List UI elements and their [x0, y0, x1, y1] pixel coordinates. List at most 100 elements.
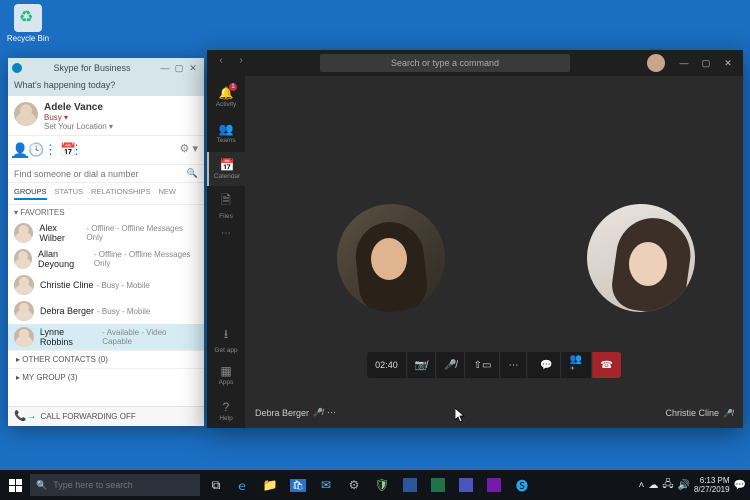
more-actions-button[interactable]: ⋯	[500, 352, 527, 378]
contact-row[interactable]: Alex Wilber - Offline - Offline Messages…	[8, 220, 204, 246]
toggle-video-button[interactable]: 📷̸	[407, 352, 436, 378]
taskbar-app-teams[interactable]	[452, 470, 480, 500]
action-center-icon[interactable]: 💬	[734, 480, 746, 491]
taskbar-app-edge[interactable]: ｅ	[228, 470, 256, 500]
taskbar-search-input[interactable]	[53, 480, 194, 490]
taskbar-app-explorer[interactable]: 📁	[256, 470, 284, 500]
taskbar-search[interactable]: 🔍	[30, 474, 200, 496]
contact-row[interactable]: Allan Deyoung - Offline - Offline Messag…	[8, 246, 204, 272]
my-location[interactable]: Set Your Location ▾	[44, 122, 113, 131]
camera-off-icon: 📷̸	[415, 360, 427, 371]
forward-button[interactable]: ›	[233, 55, 249, 71]
hang-up-button[interactable]: ☎	[592, 352, 620, 378]
taskbar-app-onenote[interactable]	[480, 470, 508, 500]
minimize-button[interactable]: —	[158, 63, 172, 73]
contact-name: Christie Cline	[40, 280, 94, 290]
meetings-tab-icon[interactable]: 📅	[60, 142, 76, 158]
rail-help[interactable]: ? Help	[207, 394, 245, 428]
tray-volume-icon[interactable]: 🔊	[678, 480, 690, 491]
my-status[interactable]: Busy ▾	[44, 113, 113, 122]
share-screen-button[interactable]: ⇧▭	[466, 352, 501, 378]
taskbar-app-store[interactable]: 🛍	[284, 470, 312, 500]
search-icon: 🔍	[187, 168, 198, 179]
rail-calendar[interactable]: 📅 Calendar	[207, 152, 245, 186]
start-button[interactable]	[0, 470, 30, 500]
teams-icon	[459, 478, 473, 492]
hangup-icon: ☎	[600, 360, 612, 371]
tray-chevron-icon[interactable]: ˄	[639, 480, 645, 491]
maximize-button[interactable]: ▢	[697, 58, 715, 69]
activity-badge: 1	[229, 83, 237, 91]
rail-more-icon[interactable]: ⋯	[221, 228, 231, 239]
participant-more-button[interactable]: ⋯	[327, 407, 336, 418]
close-button[interactable]: ✕	[719, 58, 737, 69]
taskbar-app-settings[interactable]: ⚙	[340, 470, 368, 500]
tray-network-icon[interactable]: 🖧	[662, 477, 673, 494]
video-tile-right[interactable]	[587, 204, 695, 312]
filter-status[interactable]: STATUS	[55, 187, 83, 200]
rail-teams[interactable]: 👥 Teams	[207, 116, 245, 150]
call-timer: 02:40	[367, 352, 407, 378]
filter-groups[interactable]: GROUPS	[14, 187, 47, 200]
rail-get-app[interactable]: ⭳ Get app	[207, 322, 245, 356]
avatar	[14, 249, 32, 269]
rail-activity[interactable]: 🔔 Activity 1	[207, 80, 245, 114]
contacts-tab-icon[interactable]: 👤	[12, 142, 28, 158]
presence-dot-icon	[29, 342, 34, 347]
excel-icon	[431, 478, 445, 492]
group-my-group[interactable]: ▸ MY GROUP (3)	[8, 368, 204, 386]
show-participants-button[interactable]: 👥⁺	[562, 352, 593, 378]
taskbar-app-word[interactable]	[396, 470, 424, 500]
teams-titlebar[interactable]: ‹ › Search or type a command — ▢ ✕	[207, 50, 743, 76]
contact-row[interactable]: Christie Cline - Busy - Mobile	[8, 272, 204, 298]
contact-name: Lynne Robbins	[40, 327, 99, 347]
profile-avatar[interactable]	[647, 54, 665, 72]
recycle-bin[interactable]: Recycle Bin	[6, 4, 50, 43]
files-icon: 🗎	[221, 191, 231, 212]
teams-rail: 🔔 Activity 1 👥 Teams 📅 Calendar 🗎 Files …	[207, 76, 245, 428]
recycle-bin-icon	[14, 4, 42, 32]
skype-footer[interactable]: 📞→ CALL FORWARDING OFF	[8, 406, 204, 426]
dialpad-tab-icon[interactable]: ⋮⋮⋮	[44, 142, 60, 158]
minimize-button[interactable]: —	[675, 58, 693, 68]
taskbar-app-mail[interactable]: ✉	[312, 470, 340, 500]
back-button[interactable]: ‹	[213, 55, 229, 71]
taskbar-app-security[interactable]: 🛡	[368, 470, 396, 500]
conversations-tab-icon[interactable]: 🕓	[28, 142, 44, 158]
windows-logo-icon	[9, 479, 22, 492]
group-other-contacts[interactable]: ▸ OTHER CONTACTS (0)	[8, 350, 204, 368]
share-icon: ⇧▭	[474, 360, 492, 371]
open-chat-button[interactable]: 💬	[532, 352, 561, 378]
skype-search-input[interactable]	[14, 169, 187, 179]
contact-status: - Offline - Offline Messages Only	[94, 250, 198, 268]
my-profile[interactable]: Adele Vance Busy ▾ Set Your Location ▾	[8, 96, 204, 136]
video-tile-left[interactable]	[337, 204, 445, 312]
teams-search-input[interactable]: Search or type a command	[320, 54, 570, 72]
presence-dot-icon	[29, 316, 34, 321]
rail-apps[interactable]: ▦ Apps	[207, 358, 245, 392]
rail-files[interactable]: 🗎 Files	[207, 188, 245, 222]
more-icon: ⋯	[508, 360, 518, 371]
skype-subtitle[interactable]: What's happening today?	[8, 78, 204, 96]
skype-titlebar[interactable]: Skype for Business — ▢ ✕	[8, 58, 204, 78]
tray-onedrive-icon[interactable]: ☁	[648, 480, 658, 491]
filter-relationships[interactable]: RELATIONSHIPS	[91, 187, 150, 200]
favorites-header[interactable]: ▾ FAVORITES	[8, 205, 204, 220]
task-view-button[interactable]: ⧉	[204, 470, 228, 500]
filter-new[interactable]: NEW	[158, 187, 176, 200]
maximize-button[interactable]: ▢	[172, 63, 186, 74]
skype-title: Skype for Business	[26, 63, 158, 73]
avatar	[14, 275, 34, 295]
contact-row[interactable]: Debra Berger - Busy - Mobile	[8, 298, 204, 324]
taskbar-app-excel[interactable]	[424, 470, 452, 500]
taskbar-app-skype[interactable]: 🅢	[508, 470, 536, 500]
close-button[interactable]: ✕	[186, 63, 200, 74]
recycle-bin-label: Recycle Bin	[6, 34, 50, 43]
call-forward-icon: 📞→	[14, 411, 36, 422]
contact-row[interactable]: Lynne Robbins - Available - Video Capabl…	[8, 324, 204, 350]
toggle-mic-button[interactable]: 🎤̸	[436, 352, 465, 378]
skype-search[interactable]: 🔍	[8, 165, 204, 183]
search-icon: 🔍	[36, 480, 47, 491]
settings-gear-icon[interactable]: ⚙ ▾	[178, 142, 200, 158]
taskbar-clock[interactable]: 6:13 PM 8/27/2019	[694, 476, 730, 494]
